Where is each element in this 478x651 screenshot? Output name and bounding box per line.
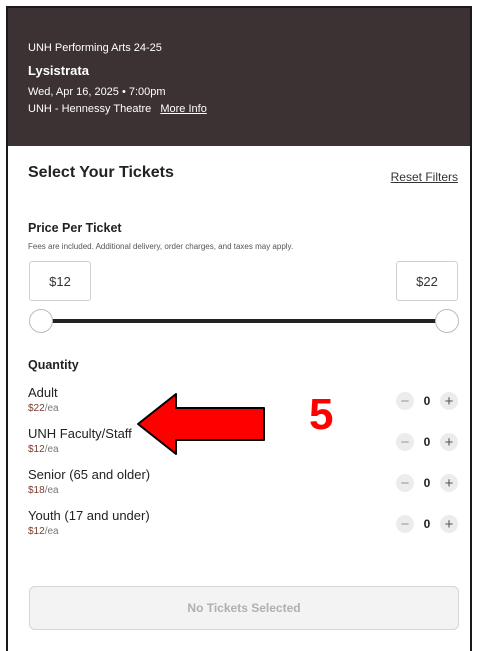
fees-note: Fees are included. Additional delivery, … bbox=[28, 242, 294, 251]
event-title: Lysistrata bbox=[28, 63, 89, 78]
price-slider-max-handle[interactable] bbox=[435, 309, 459, 333]
event-datetime: Wed, Apr 16, 2025 • 7:00pm bbox=[28, 86, 166, 98]
ticket-type-name: Youth (17 and under) bbox=[28, 508, 150, 523]
event-org: UNH Performing Arts 24-25 bbox=[28, 42, 162, 54]
quantity-stepper: − 0 + bbox=[396, 392, 458, 410]
reset-filters-link[interactable]: Reset Filters bbox=[391, 170, 458, 184]
quantity-count: 0 bbox=[423, 517, 431, 531]
price-per-ticket-label: Price Per Ticket bbox=[28, 221, 122, 235]
plus-icon[interactable]: + bbox=[440, 515, 458, 533]
event-venue: UNH - Hennessy Theatre bbox=[28, 103, 152, 115]
ticket-panel: UNH Performing Arts 24-25 Lysistrata Wed… bbox=[6, 6, 472, 651]
minus-icon[interactable]: − bbox=[396, 392, 414, 410]
quantity-stepper: − 0 + bbox=[396, 515, 458, 533]
plus-icon[interactable]: + bbox=[440, 433, 458, 451]
quantity-count: 0 bbox=[423, 435, 431, 449]
ticket-type-name: Senior (65 and older) bbox=[28, 467, 151, 482]
price-slider-min-handle[interactable] bbox=[29, 309, 53, 333]
annotation-arrow-icon bbox=[137, 393, 265, 455]
price-min-input[interactable]: $12 bbox=[29, 261, 91, 301]
price-max-input[interactable]: $22 bbox=[396, 261, 458, 301]
plus-icon[interactable]: + bbox=[440, 474, 458, 492]
more-info-link[interactable]: More Info bbox=[160, 103, 206, 115]
ticket-type-price: $18/ea bbox=[28, 485, 59, 496]
event-venue-line: UNH - Hennessy Theatre More Info bbox=[28, 103, 470, 115]
minus-icon[interactable]: − bbox=[396, 515, 414, 533]
quantity-stepper: − 0 + bbox=[396, 474, 458, 492]
quantity-stepper: − 0 + bbox=[396, 433, 458, 451]
select-tickets-heading: Select Your Tickets bbox=[28, 164, 174, 181]
quantity-count: 0 bbox=[423, 476, 431, 490]
ticket-type-row: Youth (17 and under) $12/ea − 0 + bbox=[28, 508, 458, 544]
plus-icon[interactable]: + bbox=[440, 392, 458, 410]
minus-icon[interactable]: − bbox=[396, 433, 414, 451]
minus-icon[interactable]: − bbox=[396, 474, 414, 492]
no-tickets-selected-button[interactable]: No Tickets Selected bbox=[29, 586, 459, 630]
annotation-step-number: 5 bbox=[309, 390, 334, 439]
event-header: UNH Performing Arts 24-25 Lysistrata Wed… bbox=[8, 8, 470, 146]
quantity-count: 0 bbox=[423, 394, 431, 408]
price-slider-track[interactable] bbox=[41, 319, 447, 323]
ticket-type-row: Senior (65 and older) $18/ea − 0 + bbox=[28, 467, 458, 503]
ticket-type-price: $12/ea bbox=[28, 526, 59, 537]
quantity-label: Quantity bbox=[28, 358, 79, 372]
